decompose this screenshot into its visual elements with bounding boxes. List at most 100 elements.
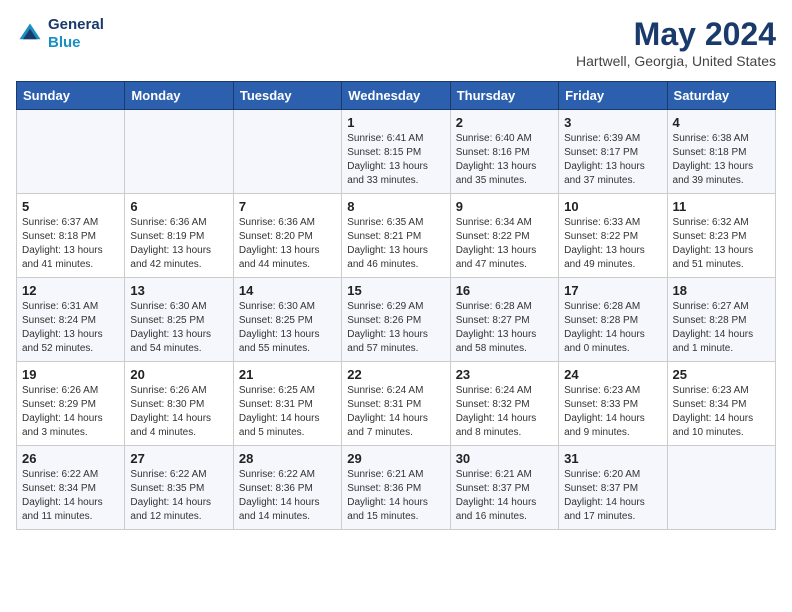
day-number: 7 bbox=[239, 199, 336, 214]
day-number: 3 bbox=[564, 115, 661, 130]
day-info: Sunrise: 6:36 AM Sunset: 8:19 PM Dayligh… bbox=[130, 216, 227, 272]
col-friday: Friday bbox=[559, 82, 667, 110]
day-info: Sunrise: 6:23 AM Sunset: 8:33 PM Dayligh… bbox=[564, 384, 661, 440]
calendar-cell: 11Sunrise: 6:32 AM Sunset: 8:23 PM Dayli… bbox=[667, 194, 775, 278]
day-info: Sunrise: 6:29 AM Sunset: 8:26 PM Dayligh… bbox=[347, 300, 444, 356]
day-number: 8 bbox=[347, 199, 444, 214]
day-info: Sunrise: 6:20 AM Sunset: 8:37 PM Dayligh… bbox=[564, 468, 661, 524]
day-info: Sunrise: 6:21 AM Sunset: 8:36 PM Dayligh… bbox=[347, 468, 444, 524]
calendar-table: Sunday Monday Tuesday Wednesday Thursday… bbox=[16, 81, 776, 530]
day-number: 12 bbox=[22, 283, 119, 298]
day-info: Sunrise: 6:28 AM Sunset: 8:28 PM Dayligh… bbox=[564, 300, 661, 356]
day-number: 11 bbox=[673, 199, 770, 214]
calendar-cell: 24 Sunrise: 6:23 AM Sunset: 8:33 PM Dayli… bbox=[559, 362, 667, 446]
day-number: 15 bbox=[347, 283, 444, 298]
day-info: Sunrise: 6:38 AM Sunset: 8:18 PM Dayligh… bbox=[673, 132, 770, 188]
day-number: 29 bbox=[347, 451, 444, 466]
calendar-week-row: 19 Sunrise: 6:26 AM Sunset: 8:29 PM Dayli… bbox=[17, 362, 776, 446]
col-saturday: Saturday bbox=[667, 82, 775, 110]
calendar-cell: 2Sunrise: 6:40 AM Sunset: 8:16 PM Daylig… bbox=[450, 110, 558, 194]
day-number: 13 bbox=[130, 283, 227, 298]
day-info: Sunrise: 6:33 AM Sunset: 8:22 PM Dayligh… bbox=[564, 216, 661, 272]
day-number: 6 bbox=[130, 199, 227, 214]
calendar-cell: 27Sunrise: 6:22 AM Sunset: 8:35 PM Dayli… bbox=[125, 446, 233, 530]
calendar-cell: 16Sunrise: 6:28 AM Sunset: 8:27 PM Dayli… bbox=[450, 278, 558, 362]
day-number: 26 bbox=[22, 451, 119, 466]
day-info: Sunrise: 6:25 AM Sunset: 8:31 PM Dayligh… bbox=[239, 384, 336, 440]
calendar-cell bbox=[17, 110, 125, 194]
title-block: May 2024 Hartwell, Georgia, United State… bbox=[576, 16, 776, 69]
day-number: 5 bbox=[22, 199, 119, 214]
day-info: Sunrise: 6:27 AM Sunset: 8:28 PM Dayligh… bbox=[673, 300, 770, 356]
day-info: Sunrise: 6:30 AM Sunset: 8:25 PM Dayligh… bbox=[239, 300, 336, 356]
calendar-week-row: 12 Sunrise: 6:31 AM Sunset: 8:24 PM Dayli… bbox=[17, 278, 776, 362]
calendar-cell: 1Sunrise: 6:41 AM Sunset: 8:15 PM Daylig… bbox=[342, 110, 450, 194]
day-info: Sunrise: 6:34 AM Sunset: 8:22 PM Dayligh… bbox=[456, 216, 553, 272]
calendar-header-row: Sunday Monday Tuesday Wednesday Thursday… bbox=[17, 82, 776, 110]
logo: General Blue bbox=[16, 16, 104, 52]
day-number: 9 bbox=[456, 199, 553, 214]
calendar-cell: 4 Sunrise: 6:38 AM Sunset: 8:18 PM Daylig… bbox=[667, 110, 775, 194]
calendar-week-row: 1Sunrise: 6:41 AM Sunset: 8:15 PM Daylig… bbox=[17, 110, 776, 194]
logo-text: General Blue bbox=[48, 16, 104, 52]
calendar-cell: 30Sunrise: 6:21 AM Sunset: 8:37 PM Dayli… bbox=[450, 446, 558, 530]
day-number: 22 bbox=[347, 367, 444, 382]
page-header: General Blue May 2024 Hartwell, Georgia,… bbox=[16, 16, 776, 69]
calendar-cell: 5Sunrise: 6:37 AM Sunset: 8:18 PM Daylig… bbox=[17, 194, 125, 278]
calendar-week-row: 26 Sunrise: 6:22 AM Sunset: 8:34 PM Dayli… bbox=[17, 446, 776, 530]
day-number: 1 bbox=[347, 115, 444, 130]
col-tuesday: Tuesday bbox=[233, 82, 341, 110]
day-number: 17 bbox=[564, 283, 661, 298]
day-info: Sunrise: 6:39 AM Sunset: 8:17 PM Dayligh… bbox=[564, 132, 661, 188]
day-number: 18 bbox=[673, 283, 770, 298]
col-sunday: Sunday bbox=[17, 82, 125, 110]
calendar-cell bbox=[125, 110, 233, 194]
day-info: Sunrise: 6:40 AM Sunset: 8:16 PM Dayligh… bbox=[456, 132, 553, 188]
calendar-cell: 17 Sunrise: 6:28 AM Sunset: 8:28 PM Dayli… bbox=[559, 278, 667, 362]
calendar-subtitle: Hartwell, Georgia, United States bbox=[576, 53, 776, 69]
calendar-cell: 23 Sunrise: 6:24 AM Sunset: 8:32 PM Dayli… bbox=[450, 362, 558, 446]
day-number: 31 bbox=[564, 451, 661, 466]
day-number: 20 bbox=[130, 367, 227, 382]
calendar-cell: 19 Sunrise: 6:26 AM Sunset: 8:29 PM Dayli… bbox=[17, 362, 125, 446]
calendar-cell: 13 Sunrise: 6:30 AM Sunset: 8:25 PM Dayli… bbox=[125, 278, 233, 362]
day-number: 30 bbox=[456, 451, 553, 466]
col-monday: Monday bbox=[125, 82, 233, 110]
calendar-cell: 28 Sunrise: 6:22 AM Sunset: 8:36 PM Dayli… bbox=[233, 446, 341, 530]
day-info: Sunrise: 6:30 AM Sunset: 8:25 PM Dayligh… bbox=[130, 300, 227, 356]
day-info: Sunrise: 6:28 AM Sunset: 8:27 PM Dayligh… bbox=[456, 300, 553, 356]
calendar-cell: 26 Sunrise: 6:22 AM Sunset: 8:34 PM Dayli… bbox=[17, 446, 125, 530]
calendar-cell: 21Sunrise: 6:25 AM Sunset: 8:31 PM Dayli… bbox=[233, 362, 341, 446]
day-number: 19 bbox=[22, 367, 119, 382]
day-info: Sunrise: 6:23 AM Sunset: 8:34 PM Dayligh… bbox=[673, 384, 770, 440]
day-number: 25 bbox=[673, 367, 770, 382]
col-wednesday: Wednesday bbox=[342, 82, 450, 110]
calendar-cell: 20 Sunrise: 6:26 AM Sunset: 8:30 PM Dayli… bbox=[125, 362, 233, 446]
day-info: Sunrise: 6:35 AM Sunset: 8:21 PM Dayligh… bbox=[347, 216, 444, 272]
calendar-title: May 2024 bbox=[576, 16, 776, 53]
day-number: 14 bbox=[239, 283, 336, 298]
calendar-cell: 10 Sunrise: 6:33 AM Sunset: 8:22 PM Dayli… bbox=[559, 194, 667, 278]
calendar-cell: 6 Sunrise: 6:36 AM Sunset: 8:19 PM Daylig… bbox=[125, 194, 233, 278]
day-number: 4 bbox=[673, 115, 770, 130]
day-number: 23 bbox=[456, 367, 553, 382]
calendar-cell: 7Sunrise: 6:36 AM Sunset: 8:20 PM Daylig… bbox=[233, 194, 341, 278]
calendar-cell: 3 Sunrise: 6:39 AM Sunset: 8:17 PM Daylig… bbox=[559, 110, 667, 194]
col-thursday: Thursday bbox=[450, 82, 558, 110]
day-info: Sunrise: 6:24 AM Sunset: 8:32 PM Dayligh… bbox=[456, 384, 553, 440]
calendar-cell: 8 Sunrise: 6:35 AM Sunset: 8:21 PM Daylig… bbox=[342, 194, 450, 278]
day-number: 10 bbox=[564, 199, 661, 214]
day-number: 24 bbox=[564, 367, 661, 382]
calendar-cell: 22Sunrise: 6:24 AM Sunset: 8:31 PM Dayli… bbox=[342, 362, 450, 446]
calendar-cell: 15 Sunrise: 6:29 AM Sunset: 8:26 PM Dayli… bbox=[342, 278, 450, 362]
calendar-cell bbox=[233, 110, 341, 194]
calendar-cell: 18 Sunrise: 6:27 AM Sunset: 8:28 PM Dayli… bbox=[667, 278, 775, 362]
calendar-cell: 14 Sunrise: 6:30 AM Sunset: 8:25 PM Dayli… bbox=[233, 278, 341, 362]
day-info: Sunrise: 6:22 AM Sunset: 8:35 PM Dayligh… bbox=[130, 468, 227, 524]
day-number: 28 bbox=[239, 451, 336, 466]
day-info: Sunrise: 6:31 AM Sunset: 8:24 PM Dayligh… bbox=[22, 300, 119, 356]
day-info: Sunrise: 6:26 AM Sunset: 8:29 PM Dayligh… bbox=[22, 384, 119, 440]
day-info: Sunrise: 6:22 AM Sunset: 8:34 PM Dayligh… bbox=[22, 468, 119, 524]
day-info: Sunrise: 6:22 AM Sunset: 8:36 PM Dayligh… bbox=[239, 468, 336, 524]
day-info: Sunrise: 6:26 AM Sunset: 8:30 PM Dayligh… bbox=[130, 384, 227, 440]
